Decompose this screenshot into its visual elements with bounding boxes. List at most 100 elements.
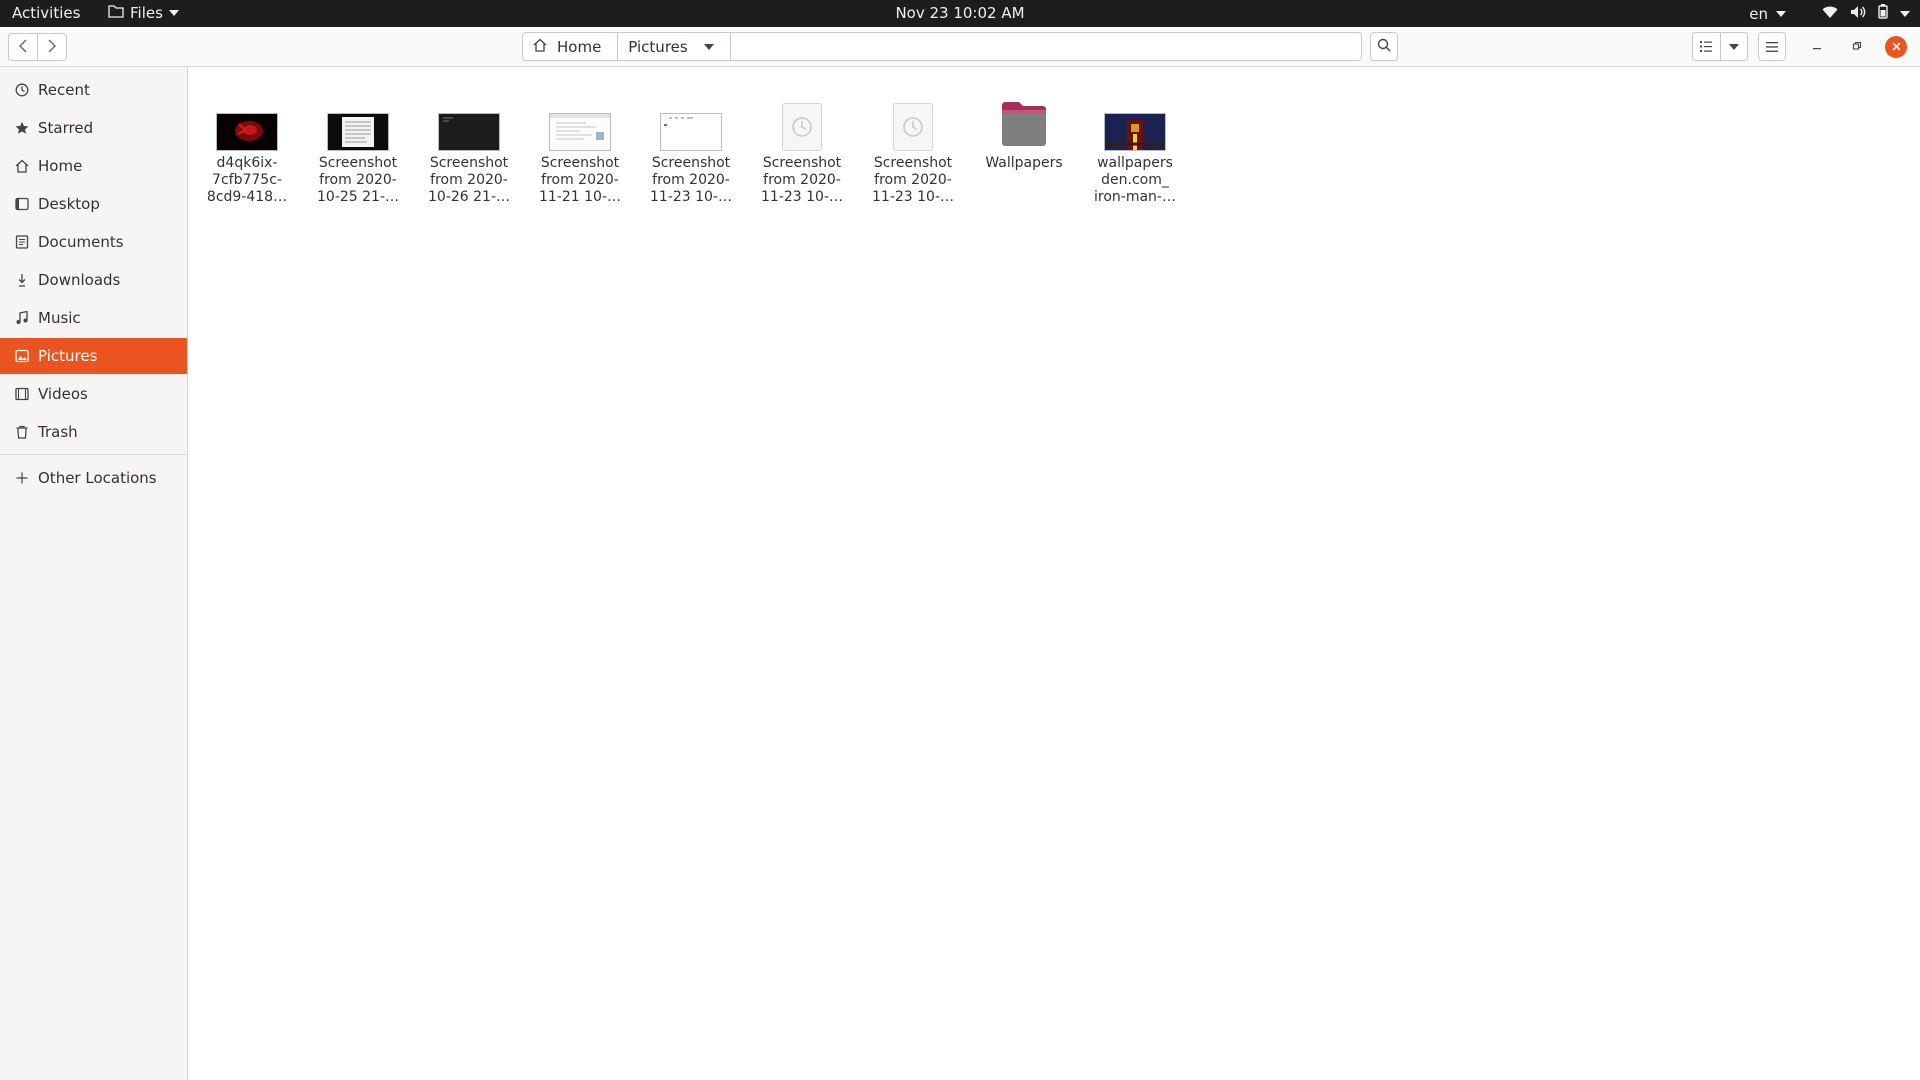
image-thumbnail [438, 113, 500, 151]
chevron-left-icon [19, 37, 27, 58]
home-icon [14, 159, 30, 173]
breadcrumb-label: Home [557, 37, 602, 56]
app-menu-files[interactable]: Files [108, 4, 179, 22]
sidebar-item-label: Pictures [38, 347, 98, 365]
breadcrumb-pictures[interactable]: Pictures [617, 33, 731, 60]
file-item[interactable]: Screenshot from 2020- 10-26 21-… [419, 91, 519, 206]
sidebar-item-home[interactable]: Home [0, 148, 187, 184]
sidebar-item-desktop[interactable]: Desktop [0, 186, 187, 222]
sidebar-item-recent[interactable]: Recent [0, 72, 187, 108]
file-item[interactable]: wallpapers den.com_ iron-man-… [1085, 91, 1185, 206]
list-view-icon [1700, 37, 1713, 56]
path-bar: Home Pictures [522, 32, 1362, 61]
home-icon [533, 38, 547, 56]
sidebar-item-trash[interactable]: Trash [0, 414, 187, 450]
file-item[interactable]: Screenshot from 2020- 11-23 10-… [752, 91, 852, 206]
sidebar-item-label: Documents [38, 233, 124, 251]
chevron-down-icon [1776, 10, 1786, 17]
sidebar-item-pictures[interactable]: Pictures [0, 338, 187, 374]
image-thumbnail [660, 113, 722, 151]
minimize-icon [1812, 39, 1822, 55]
navigation-buttons [8, 33, 67, 61]
view-options-button[interactable] [1721, 33, 1748, 60]
file-name: Screenshot from 2020- 11-23 10-… [761, 155, 843, 205]
search-icon [1377, 37, 1391, 56]
language-indicator[interactable]: en [1749, 5, 1786, 23]
sidebar-item-starred[interactable]: Starred [0, 110, 187, 146]
breadcrumb-home[interactable]: Home [523, 33, 617, 60]
hamburger-menu-icon [1766, 37, 1778, 56]
sidebar-divider [0, 454, 187, 455]
file-grid: d4qk6ix- 7cfb775c- 8cd9-418… Screenshot … [188, 67, 1920, 1080]
maximize-button[interactable] [1846, 36, 1868, 58]
sidebar-item-other-locations[interactable]: Other Locations [0, 460, 187, 496]
sidebar-item-label: Music [38, 309, 81, 327]
sidebar-item-label: Trash [38, 423, 78, 441]
volume-icon [1850, 5, 1866, 23]
video-icon [14, 387, 30, 401]
sidebar-item-label: Desktop [38, 195, 100, 213]
file-item[interactable]: Screenshot from 2020- 11-21 10-… [530, 91, 630, 206]
sidebar-item-label: Starred [38, 119, 94, 137]
sidebar-item-videos[interactable]: Videos [0, 376, 187, 412]
picture-icon [14, 349, 30, 363]
forward-button[interactable] [37, 34, 66, 60]
breadcrumb-label: Pictures [628, 37, 688, 56]
file-name: Screenshot from 2020- 11-23 10-… [872, 155, 954, 205]
activities-button[interactable]: Activities [12, 4, 80, 22]
back-button[interactable] [9, 34, 37, 60]
loading-clock-icon [893, 103, 933, 151]
chevron-down-icon [1900, 10, 1910, 17]
folder-name: Wallpapers [985, 155, 1063, 171]
chevron-right-icon [48, 37, 56, 58]
file-item[interactable]: Screenshot from 2020- 11-23 10-… [641, 91, 741, 206]
loading-clock-icon [782, 103, 822, 151]
folder-item[interactable]: Wallpapers [974, 91, 1074, 172]
folder-icon [1000, 101, 1048, 151]
search-button[interactable] [1370, 32, 1398, 61]
image-thumbnail [327, 113, 389, 151]
file-name: Screenshot from 2020- 10-25 21-… [317, 155, 399, 205]
file-name: d4qk6ix- 7cfb775c- 8cd9-418… [206, 155, 288, 205]
app-menu-label: Files [130, 4, 163, 22]
minimize-button[interactable] [1806, 36, 1828, 58]
file-item[interactable]: Screenshot from 2020- 11-23 10-… [863, 91, 963, 206]
chevron-down-icon [1728, 43, 1739, 50]
download-icon [14, 273, 30, 287]
music-icon [14, 311, 30, 325]
main-menu-button[interactable] [1758, 32, 1786, 61]
document-icon [14, 235, 30, 249]
top-bar: Activities Files Nov 23 10:02 AM en [0, 0, 1920, 27]
plus-icon [14, 472, 30, 484]
file-name: Screenshot from 2020- 10-26 21-… [428, 155, 510, 205]
folder-icon [108, 4, 124, 22]
close-icon [1891, 40, 1901, 55]
chevron-down-icon [703, 43, 714, 50]
sidebar-item-label: Other Locations [38, 469, 157, 487]
sidebar-item-label: Videos [38, 385, 88, 403]
system-menu[interactable] [1822, 4, 1910, 23]
wifi-icon [1822, 5, 1838, 23]
sidebar-item-downloads[interactable]: Downloads [0, 262, 187, 298]
image-thumbnail [549, 113, 611, 151]
close-button[interactable] [1885, 36, 1907, 58]
sidebar-item-label: Home [38, 157, 83, 175]
view-options [1692, 32, 1748, 61]
sidebar-item-label: Recent [38, 81, 90, 99]
battery-icon [1878, 4, 1888, 23]
sidebar-item-music[interactable]: Music [0, 300, 187, 336]
clock-icon [14, 83, 30, 97]
star-icon [14, 121, 30, 135]
list-view-button[interactable] [1693, 33, 1721, 60]
file-name: Screenshot from 2020- 11-21 10-… [539, 155, 621, 205]
language-label: en [1749, 4, 1768, 23]
trash-icon [14, 425, 30, 439]
clock[interactable]: Nov 23 10:02 AM [895, 4, 1024, 22]
restore-icon [1852, 39, 1862, 55]
header-bar: Home Pictures [0, 27, 1920, 67]
sidebar: Recent Starred Home Desktop Documents Do… [0, 67, 188, 1080]
file-item[interactable]: d4qk6ix- 7cfb775c- 8cd9-418… [197, 91, 297, 206]
sidebar-item-documents[interactable]: Documents [0, 224, 187, 260]
file-item[interactable]: Screenshot from 2020- 10-25 21-… [308, 91, 408, 206]
image-thumbnail [216, 113, 278, 151]
